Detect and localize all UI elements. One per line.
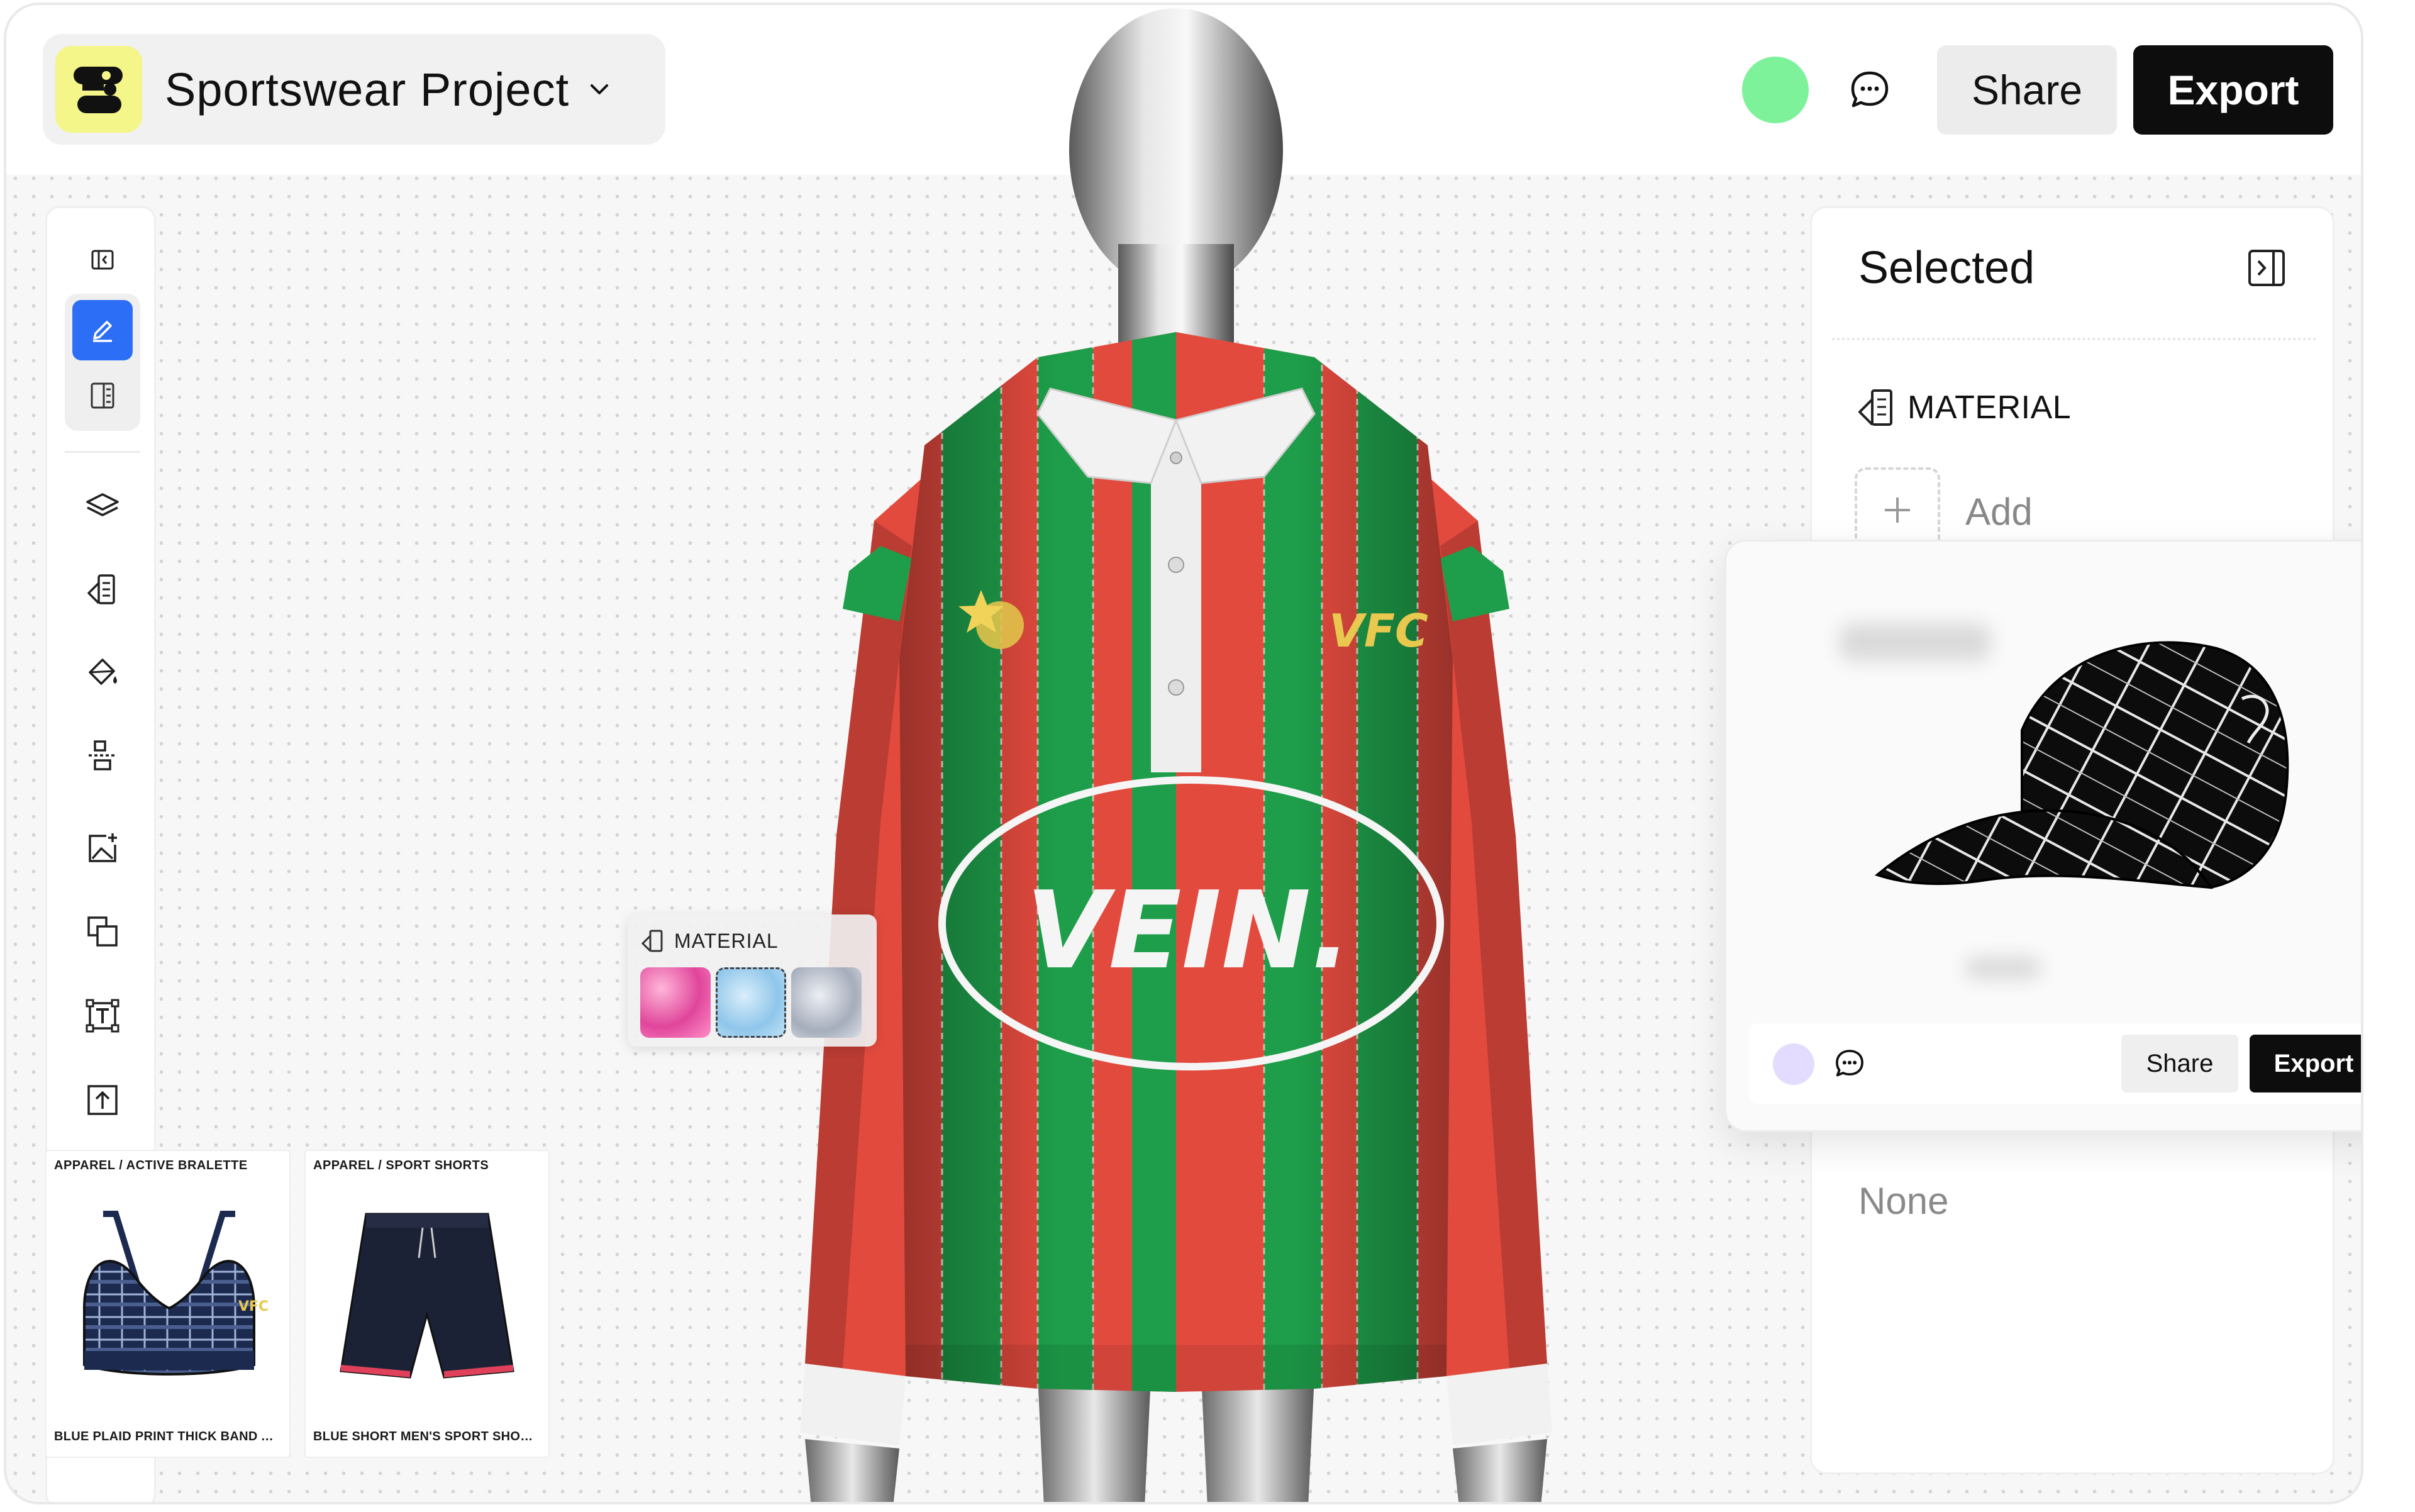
shorts-thumbnail xyxy=(340,1213,514,1379)
collaborator-avatar[interactable] xyxy=(1773,1043,1814,1085)
comment-icon[interactable] xyxy=(1841,62,1898,118)
product-card[interactable]: APPAREL / SPORT SHORTS BLUE SHORT MEN'S … xyxy=(304,1150,550,1458)
left-cuff xyxy=(800,1364,906,1445)
preview-export-button[interactable]: Export xyxy=(2250,1035,2361,1092)
comment-icon[interactable] xyxy=(1833,1047,1866,1083)
share-button[interactable]: Share xyxy=(1937,45,2117,135)
text-frame-icon[interactable] xyxy=(72,986,133,1046)
collaborator-avatar[interactable] xyxy=(1742,57,1809,123)
add-material-label[interactable]: Add xyxy=(1965,490,2033,533)
plus-icon xyxy=(1885,498,1910,523)
swatch-pink-silk[interactable] xyxy=(640,967,711,1038)
material-section-header: MATERIAL xyxy=(1855,387,2071,428)
placket xyxy=(1151,420,1201,772)
project-switcher[interactable]: Sportswear Project xyxy=(43,34,665,145)
svg-text:VFC: VFC xyxy=(238,1299,269,1315)
product-card[interactable]: APPAREL / ACTIVE BRALETTE VFC BLUE PLAID… xyxy=(45,1150,291,1458)
material-popover-header: MATERIAL xyxy=(640,928,779,953)
bralette-thumbnail: VFC xyxy=(83,1211,269,1376)
material-book-icon[interactable] xyxy=(72,559,133,620)
layers-icon[interactable] xyxy=(72,475,133,535)
paint-bucket-icon[interactable] xyxy=(72,642,133,703)
swatch-blue-tulle[interactable] xyxy=(716,967,786,1038)
preview-toolbar: Share Export xyxy=(1749,1023,2361,1104)
project-name: Sportswear Project xyxy=(165,63,570,116)
mannequin-leg xyxy=(1038,1376,1151,1502)
toolbar-divider xyxy=(65,451,140,453)
app-window: Sportswear Project Share Export VFC VEIN… xyxy=(4,3,2363,1504)
material-popover[interactable]: MATERIAL xyxy=(628,914,877,1047)
product-name: BLUE PLAID PRINT THICK BAND ACTIV... xyxy=(54,1430,282,1443)
cap-thumbnail xyxy=(1874,641,2289,889)
swatch-grey-chiffon[interactable] xyxy=(791,967,862,1038)
panel-divider xyxy=(1832,338,2316,340)
collapse-panel-icon[interactable] xyxy=(2246,247,2287,292)
material-book-icon xyxy=(641,930,663,952)
panel-icon[interactable] xyxy=(72,365,133,426)
chevron-down-icon xyxy=(588,82,611,97)
app-logo xyxy=(55,46,142,133)
none-label: None xyxy=(1858,1180,1949,1222)
preview-share-button[interactable]: Share xyxy=(2121,1035,2238,1092)
add-image-icon[interactable] xyxy=(72,818,133,879)
duplicate-icon[interactable] xyxy=(72,901,133,962)
material-heading: MATERIAL xyxy=(1907,389,2072,426)
chest-badge-text: VFC xyxy=(1329,604,1428,657)
material-popover-title: MATERIAL xyxy=(674,929,779,952)
shirt-center-logo: VEIN. xyxy=(1026,869,1352,993)
upload-icon[interactable] xyxy=(72,1070,133,1130)
pen-icon[interactable] xyxy=(72,300,133,360)
export-button[interactable]: Export xyxy=(2133,45,2333,135)
garment-canvas[interactable]: VFC VEIN. xyxy=(635,5,1717,1502)
material-book-icon xyxy=(1858,389,1892,426)
product-name: BLUE SHORT MEN'S SPORT SHORTS xyxy=(313,1430,541,1443)
preview-card: Share Export xyxy=(1724,540,2361,1132)
align-icon[interactable] xyxy=(72,725,133,786)
mannequin-leg xyxy=(1201,1376,1314,1502)
right-cuff xyxy=(1446,1364,1552,1445)
collapse-sidebar-icon[interactable] xyxy=(72,230,133,290)
panel-title: Selected xyxy=(1858,243,2035,293)
